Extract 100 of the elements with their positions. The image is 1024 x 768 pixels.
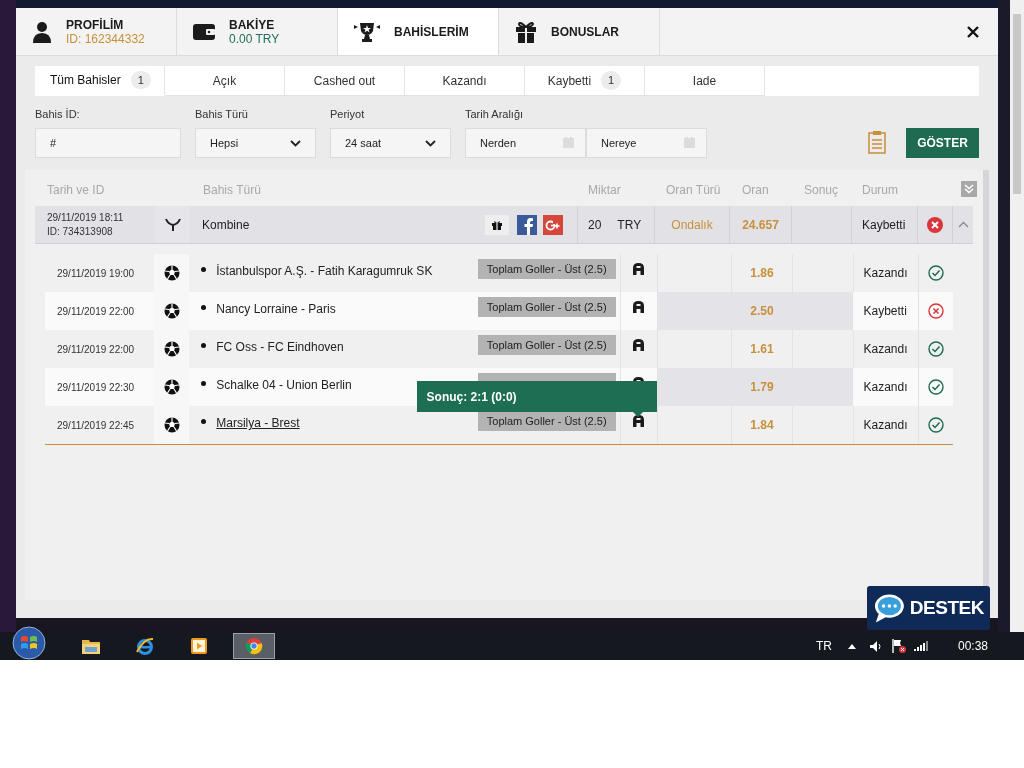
google-plus-icon[interactable]	[543, 214, 563, 235]
column-header: Tarih ve ID	[47, 182, 105, 199]
trophy-icon	[354, 21, 380, 42]
count-badge: 1	[130, 70, 151, 90]
dropdown[interactable]: 24 saat	[330, 128, 451, 158]
bet-type: Kombine	[202, 216, 251, 234]
clock[interactable]: 00:38	[957, 637, 988, 655]
column-header: Bahis Türü	[203, 182, 261, 199]
date-field[interactable]: Nerden	[465, 128, 586, 158]
selection-date: 29/11/2019 22:30	[57, 380, 135, 395]
info-icon[interactable]	[633, 263, 645, 275]
info-icon[interactable]	[633, 301, 645, 313]
bet-odds: 24.657	[742, 216, 779, 234]
browser-e-icon	[136, 637, 154, 655]
tooltip-pointer	[632, 412, 643, 417]
calendar-icon	[563, 137, 574, 148]
start-button[interactable]	[10, 626, 48, 660]
chrome-icon	[245, 637, 263, 655]
selection-status: Kazandı	[863, 379, 908, 396]
count-badge: 1	[601, 71, 622, 90]
selection-status: Kaybetti	[863, 303, 907, 320]
selection-status: Kazandı	[863, 417, 908, 434]
selection-status: Kazandı	[863, 341, 908, 358]
filter-tab[interactable]: Kaybetti 1	[525, 66, 645, 96]
date-field[interactable]: Nereye	[586, 128, 707, 158]
facebook-icon[interactable]	[517, 214, 537, 235]
input-field[interactable]: #	[35, 128, 181, 158]
odds-type: Ondalık	[671, 216, 713, 234]
bet-row[interactable]: 29/11/2019 18:11 ID: 734313908 Kombine 20 TRY Ondalık 24.657 Kaybetti	[35, 206, 973, 244]
column-header: Oran Türü	[666, 182, 721, 199]
double-chevron-icon	[964, 184, 974, 194]
bet-amount: 20	[588, 216, 602, 234]
bet-status: Kaybetti	[862, 216, 906, 234]
selection-date: 29/11/2019 19:00	[57, 266, 135, 281]
result-tooltip: Sonuç: 2:1 (0:0)	[416, 381, 657, 412]
field-label: Bahis İD:	[35, 106, 81, 122]
filter-tab[interactable]: Iade	[645, 66, 765, 96]
scrollbar[interactable]	[1010, 0, 1024, 632]
match-name: Nancy Lorraine - Paris	[216, 301, 336, 318]
selection-date: 29/11/2019 22:00	[57, 342, 135, 357]
media-player-icon	[190, 637, 208, 655]
match-name: Schalke 04 - Union Berlin	[216, 377, 352, 394]
soccer-ball-icon	[163, 341, 180, 357]
column-header: Durum	[862, 182, 898, 199]
soccer-ball-icon	[163, 303, 180, 319]
bullet-icon	[201, 267, 207, 272]
market-tag: Toplam Goller - Üst (2.5)	[477, 411, 616, 431]
currency-label: TRY	[617, 216, 642, 234]
signal-icon[interactable]	[913, 641, 928, 651]
support-button[interactable]: DESTEK	[867, 586, 990, 630]
soccer-ball-icon	[163, 265, 180, 281]
field-label: Bahis Türü	[195, 106, 249, 122]
folder-icon	[82, 638, 100, 654]
soccer-ball-icon	[163, 379, 180, 395]
selection-odds: 1.84	[750, 417, 774, 434]
gift-button[interactable]	[485, 214, 509, 235]
show-hidden-icon[interactable]	[847, 643, 856, 649]
selection-odds: 1.79	[750, 379, 774, 396]
column-header: Miktar	[588, 182, 621, 199]
gift-icon	[515, 20, 537, 43]
selection-status: Kazandı	[863, 265, 908, 282]
bet-id: ID: 734313908	[47, 224, 114, 239]
calendar-icon	[684, 137, 695, 148]
speaker-icon[interactable]	[869, 640, 882, 652]
match-link[interactable]: Marsilya - Brest	[216, 414, 300, 432]
market-tag: Toplam Goller - Üst (2.5)	[477, 335, 616, 355]
nav-tab[interactable]: BAHİSLERİM	[338, 8, 499, 55]
info-icon[interactable]	[633, 339, 645, 351]
selection-date: 29/11/2019 22:45	[57, 418, 135, 433]
show-button[interactable]: GÖSTER	[906, 128, 979, 158]
clipboard-icon[interactable]	[868, 130, 886, 154]
close-icon	[967, 25, 979, 38]
field-label: Tarih Aralığı	[465, 106, 525, 122]
info-icon[interactable]	[633, 415, 645, 427]
filter-tab[interactable]: Cashed out	[285, 66, 405, 96]
market-tag: Toplam Goller - Üst (2.5)	[477, 297, 616, 317]
dropdown[interactable]: Hepsi	[195, 128, 316, 158]
bullet-icon	[201, 419, 207, 424]
soccer-ball-icon	[163, 417, 180, 433]
person-icon	[32, 20, 52, 43]
chat-bubble-icon	[873, 592, 906, 624]
selection-odds: 2.50	[750, 303, 774, 320]
filter-tab[interactable]: Kazandı	[405, 66, 525, 96]
chevron-down-icon	[425, 139, 436, 147]
bullet-icon	[201, 343, 207, 348]
language-indicator[interactable]: TR	[815, 637, 832, 655]
selection-date: 29/11/2019 22:00	[57, 304, 135, 319]
chevron-down-icon	[290, 139, 301, 147]
selection-odds: 1.86	[750, 265, 774, 282]
field-label: Periyot	[330, 106, 366, 122]
column-header: Oran	[742, 182, 769, 199]
filter-tab[interactable]: Açık	[165, 66, 285, 96]
wallet-icon	[193, 23, 215, 40]
match-name: FC Oss - FC Eindhoven	[216, 339, 344, 356]
gift-icon	[492, 219, 502, 230]
chevron-up-icon[interactable]	[957, 221, 969, 228]
match-name: İstanbulspor A.Ş. - Fatih Karagumruk SK	[216, 263, 433, 280]
selection-odds: 1.61	[750, 341, 774, 358]
market-tag: Toplam Goller - Üst (2.5)	[477, 259, 616, 279]
flag-icon[interactable]	[891, 639, 906, 653]
